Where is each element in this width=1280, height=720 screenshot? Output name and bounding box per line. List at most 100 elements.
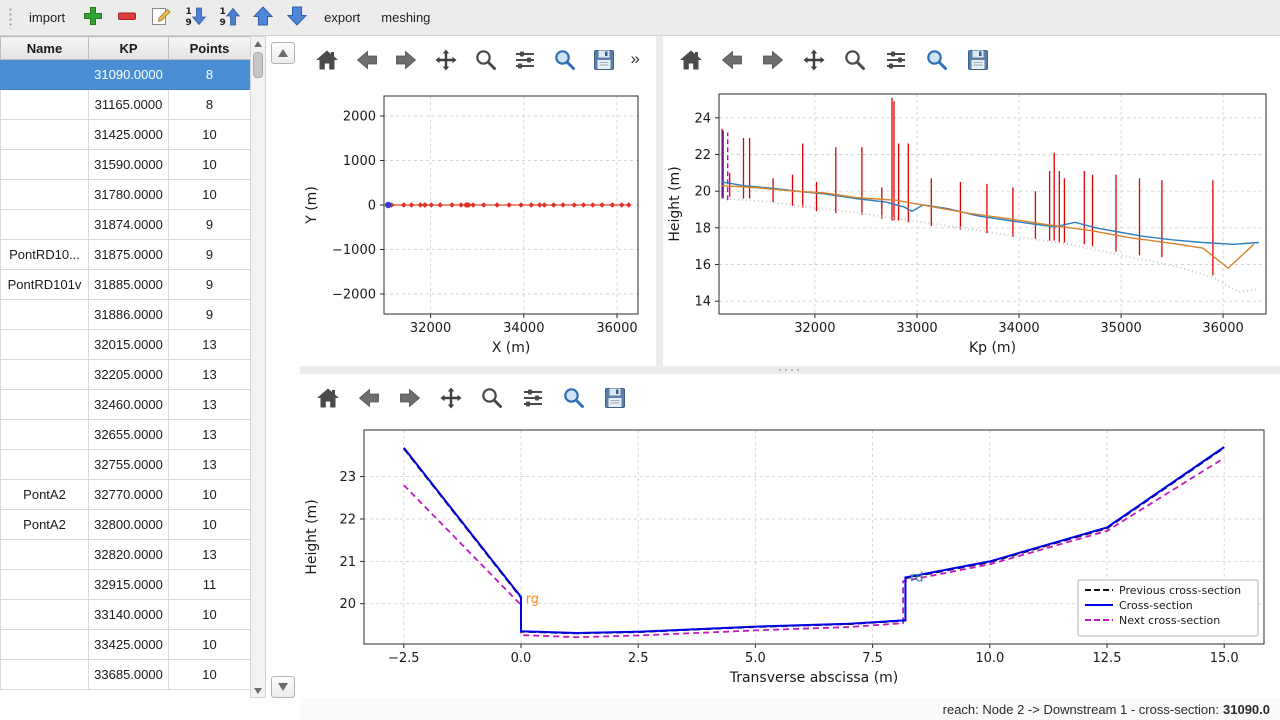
cell-name[interactable] [1, 180, 89, 210]
cell-kp[interactable]: 33685.0000 [89, 660, 169, 690]
cell-kp[interactable]: 32460.0000 [89, 390, 169, 420]
customize-button[interactable] [519, 384, 547, 412]
customize-button[interactable] [512, 46, 539, 74]
cell-kp[interactable]: 31425.0000 [89, 120, 169, 150]
table-row[interactable]: 31886.00009 [1, 300, 251, 330]
cell-name[interactable] [1, 420, 89, 450]
cell-name[interactable] [1, 330, 89, 360]
column-header-kp[interactable]: KP [89, 37, 169, 60]
cross-section-plot[interactable]: −2.50.02.55.07.510.012.515.020212223Tran… [300, 418, 1280, 698]
save-button[interactable] [964, 46, 992, 74]
table-row[interactable]: PontA232800.000010 [1, 510, 251, 540]
cell-name[interactable] [1, 450, 89, 480]
back-button[interactable] [718, 46, 746, 74]
table-row[interactable]: 32755.000013 [1, 450, 251, 480]
table-row[interactable]: 32460.000013 [1, 390, 251, 420]
home-button[interactable] [677, 46, 705, 74]
save-button[interactable] [591, 46, 618, 74]
cell-kp[interactable]: 31780.0000 [89, 180, 169, 210]
table-row[interactable]: 32205.000013 [1, 360, 251, 390]
export-button[interactable]: export [317, 5, 367, 30]
cell-points[interactable]: 9 [169, 300, 251, 330]
sort-descending-button[interactable]: 19 [181, 4, 208, 31]
cell-name[interactable] [1, 90, 89, 120]
cell-points[interactable]: 13 [169, 390, 251, 420]
cell-kp[interactable]: 32015.0000 [89, 330, 169, 360]
scroll-to-bottom-button[interactable] [271, 676, 295, 698]
cell-points[interactable]: 13 [169, 540, 251, 570]
table-row[interactable]: 31165.00008 [1, 90, 251, 120]
table-row[interactable]: 31780.000010 [1, 180, 251, 210]
zoom-region-button[interactable] [560, 384, 588, 412]
cell-name[interactable] [1, 60, 89, 90]
table-row[interactable]: 33425.000010 [1, 630, 251, 660]
forward-button[interactable] [393, 46, 420, 74]
cell-kp[interactable]: 31090.0000 [89, 60, 169, 90]
cell-kp[interactable]: 32915.0000 [89, 570, 169, 600]
cell-points[interactable]: 10 [169, 120, 251, 150]
column-header-points[interactable]: Points [169, 37, 251, 60]
zoom-region-button[interactable] [923, 46, 951, 74]
cell-name[interactable] [1, 570, 89, 600]
cell-points[interactable]: 10 [169, 180, 251, 210]
cell-kp[interactable]: 32205.0000 [89, 360, 169, 390]
cell-name[interactable]: PontA2 [1, 510, 89, 540]
scrollbar-thumb[interactable] [253, 52, 263, 78]
table-row[interactable]: PontRD10...31875.00009 [1, 240, 251, 270]
cell-name[interactable] [1, 360, 89, 390]
cell-kp[interactable]: 32770.0000 [89, 480, 169, 510]
cell-kp[interactable]: 33140.0000 [89, 600, 169, 630]
zoom-button[interactable] [841, 46, 869, 74]
edit-button[interactable] [147, 4, 174, 31]
cell-kp[interactable]: 31590.0000 [89, 150, 169, 180]
horizontal-splitter[interactable] [300, 366, 1280, 374]
cell-points[interactable]: 9 [169, 240, 251, 270]
cell-kp[interactable]: 31165.0000 [89, 90, 169, 120]
forward-button[interactable] [759, 46, 787, 74]
cell-name[interactable] [1, 210, 89, 240]
zoom-button[interactable] [478, 384, 506, 412]
cell-kp[interactable]: 32655.0000 [89, 420, 169, 450]
table-row[interactable]: 31425.000010 [1, 120, 251, 150]
pan-button[interactable] [433, 46, 460, 74]
toolbar-overflow-button[interactable]: » [631, 49, 646, 71]
longitudinal-profile-plot[interactable]: 3200033000340003500036000141618202224Kp … [663, 80, 1280, 366]
table-row[interactable]: 32915.000011 [1, 570, 251, 600]
cell-points[interactable]: 13 [169, 360, 251, 390]
cell-points[interactable]: 13 [169, 330, 251, 360]
cell-name[interactable] [1, 390, 89, 420]
table-scrollbar[interactable] [250, 36, 266, 698]
cell-kp[interactable]: 31885.0000 [89, 270, 169, 300]
table-row[interactable]: 31874.00009 [1, 210, 251, 240]
cell-name[interactable]: PontRD10... [1, 240, 89, 270]
table-row[interactable]: 33140.000010 [1, 600, 251, 630]
cell-kp[interactable]: 31874.0000 [89, 210, 169, 240]
cell-kp[interactable]: 31886.0000 [89, 300, 169, 330]
table-row[interactable]: 32655.000013 [1, 420, 251, 450]
cell-points[interactable]: 8 [169, 60, 251, 90]
zoom-button[interactable] [472, 46, 499, 74]
zoom-region-button[interactable] [551, 46, 578, 74]
cell-name[interactable]: PontA2 [1, 480, 89, 510]
forward-button[interactable] [396, 384, 424, 412]
column-header-name[interactable]: Name [1, 37, 89, 60]
cell-kp[interactable]: 32800.0000 [89, 510, 169, 540]
back-button[interactable] [355, 384, 383, 412]
cell-name[interactable] [1, 660, 89, 690]
remove-cross-section-button[interactable] [113, 4, 140, 31]
cell-name[interactable]: PontRD101v [1, 270, 89, 300]
table-row[interactable]: 31090.00008 [1, 60, 251, 90]
scroll-to-top-button[interactable] [271, 42, 295, 64]
cell-points[interactable]: 10 [169, 510, 251, 540]
cell-name[interactable] [1, 150, 89, 180]
table-row[interactable]: 32015.000013 [1, 330, 251, 360]
cell-name[interactable] [1, 300, 89, 330]
cell-points[interactable]: 10 [169, 150, 251, 180]
save-button[interactable] [601, 384, 629, 412]
cell-name[interactable] [1, 600, 89, 630]
sort-ascending-button[interactable]: 19 [215, 4, 242, 31]
home-button[interactable] [314, 384, 342, 412]
cell-points[interactable]: 10 [169, 480, 251, 510]
move-up-button[interactable] [249, 4, 276, 31]
cell-points[interactable]: 10 [169, 630, 251, 660]
